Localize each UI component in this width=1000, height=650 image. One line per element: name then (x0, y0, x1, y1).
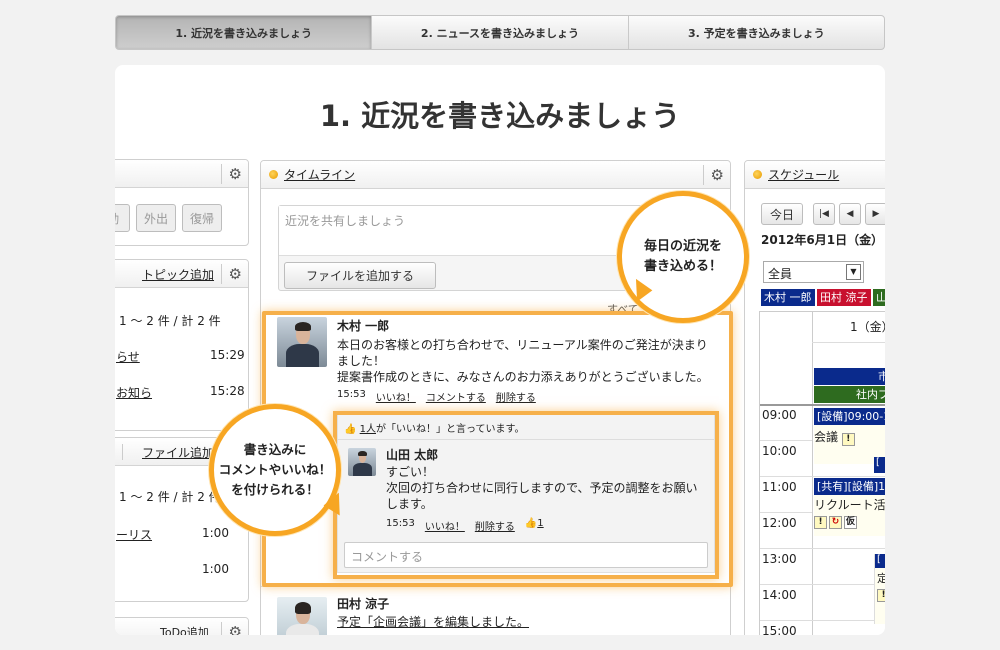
todo-panel: ToDo追加 ⚙ (115, 617, 249, 635)
gear-icon[interactable]: ⚙ (229, 165, 242, 183)
avatar-tamura (277, 597, 327, 635)
event-block[interactable]: [設備]09:00-11 会議 ! (814, 408, 885, 464)
topic-item-time: 15:29 (210, 348, 245, 362)
tutorial-card: 1. 近況を書き込みましょう ⚙ 勤 外出 復帰 トピック追加 ⚙ 1 ～ 2 … (115, 65, 885, 635)
topic-add-link[interactable]: トピック追加 (142, 266, 214, 283)
allday-event[interactable]: 社内プロジ (814, 386, 885, 403)
file-item-time: 1:00 (202, 562, 229, 576)
gear-icon[interactable]: ⚙ (711, 166, 724, 184)
page-title: 1. 近況を書き込みましょう (319, 99, 681, 133)
warning-icon: ! (877, 589, 885, 602)
file-item-link[interactable]: ーリス (116, 528, 152, 542)
hour-label: 14:00 (762, 588, 797, 602)
step-1-tab[interactable]: 1. 近況を書き込みましょう (116, 16, 372, 49)
attendance-button-return[interactable]: 復帰 (182, 204, 222, 232)
post2-author: 田村 涼子 (337, 597, 390, 611)
hour-label: 15:00 (762, 624, 797, 635)
callout-comment: 書き込みに コメントやいいね！ を付けられる！ (209, 404, 341, 536)
warning-icon: ! (841, 433, 855, 446)
chevron-down-icon: ▼ (846, 264, 861, 280)
step-2-tab[interactable]: 2. ニュースを書き込みましょう (371, 16, 627, 49)
hour-label: 10:00 (762, 444, 797, 458)
topic-item-time: 15:28 (210, 384, 245, 398)
gear-icon[interactable]: ⚙ (229, 265, 242, 283)
hour-label: 09:00 (762, 408, 797, 422)
timeline-title[interactable]: タイムライン (284, 166, 355, 183)
warning-icon: ! (814, 516, 827, 529)
gear-icon[interactable]: ⚙ (229, 623, 242, 635)
day-header: 1（金） (850, 320, 885, 334)
hour-label: 11:00 (762, 480, 797, 494)
file-add-link[interactable]: ファイル追加 (142, 444, 214, 461)
repeat-icon: ↻ (829, 516, 842, 529)
hour-label: 13:00 (762, 552, 797, 566)
member-tag[interactable]: 木村 一郎 (761, 289, 815, 306)
member-tag[interactable]: 田村 涼子 (817, 289, 871, 306)
file-item-time: 1:00 (202, 526, 229, 540)
allday-event[interactable]: 市場調 (814, 368, 885, 385)
callout-post: 毎日の近況を 書き込める！ (617, 191, 749, 323)
next-button[interactable]: ▶ (865, 203, 885, 225)
topic-item-link[interactable]: お知ら (116, 386, 152, 400)
today-button[interactable]: 今日 (761, 203, 803, 225)
file-count: 1 ～ 2 件 / 計 2 件 (119, 490, 221, 504)
schedule-title[interactable]: スケジュール (768, 166, 839, 183)
day-grid: 1（金） 市場調 社内プロジ 09:00 10:00 11:00 12:00 1… (759, 311, 885, 635)
add-file-button[interactable]: ファイルを追加する (284, 262, 436, 289)
hour-label: 12:00 (762, 516, 797, 530)
comment-highlight (333, 411, 719, 579)
event-block[interactable]: [共有][設備]11: リクルート活 !↻仮 (814, 478, 885, 536)
attendance-panel: ⚙ 勤 外出 復帰 (115, 159, 249, 246)
topic-item-link[interactable]: らせ (116, 350, 140, 364)
topic-panel: トピック追加 ⚙ 1 ～ 2 件 / 計 2 件 らせ 15:29 お知ら 15… (115, 259, 249, 431)
first-page-button[interactable]: |◀ (813, 203, 835, 225)
topic-count: 1 ～ 2 件 / 計 2 件 (119, 314, 221, 328)
schedule-bullet-icon (753, 170, 762, 179)
attendance-button-work[interactable]: 勤 (115, 204, 130, 232)
attendance-button-out[interactable]: 外出 (136, 204, 176, 232)
todo-add-link[interactable]: ToDo追加 (160, 624, 209, 635)
post2-body[interactable]: 予定「企画会議」を編集しました。 (337, 613, 529, 630)
step-tabs: 1. 近況を書き込みましょう 2. ニュースを書き込みましょう 3. 予定を書き… (115, 15, 885, 50)
event-block[interactable]: [ 定 ! (874, 554, 885, 624)
prev-button[interactable]: ◀ (839, 203, 861, 225)
schedule-panel: スケジュール 今日 |◀ ◀ ▶ 2012年6月1日（金） 全員 ▼ 木村 一郎… (744, 160, 885, 635)
event-block[interactable]: [ (874, 457, 885, 473)
timeline-bullet-icon (269, 170, 278, 179)
member-tag[interactable]: 山 (873, 289, 885, 306)
step-3-tab[interactable]: 3. 予定を書き込みましょう (627, 16, 884, 49)
member-select[interactable]: 全員 ▼ (763, 261, 864, 283)
tentative-icon: 仮 (844, 516, 857, 529)
schedule-date: 2012年6月1日（金） (761, 233, 884, 247)
